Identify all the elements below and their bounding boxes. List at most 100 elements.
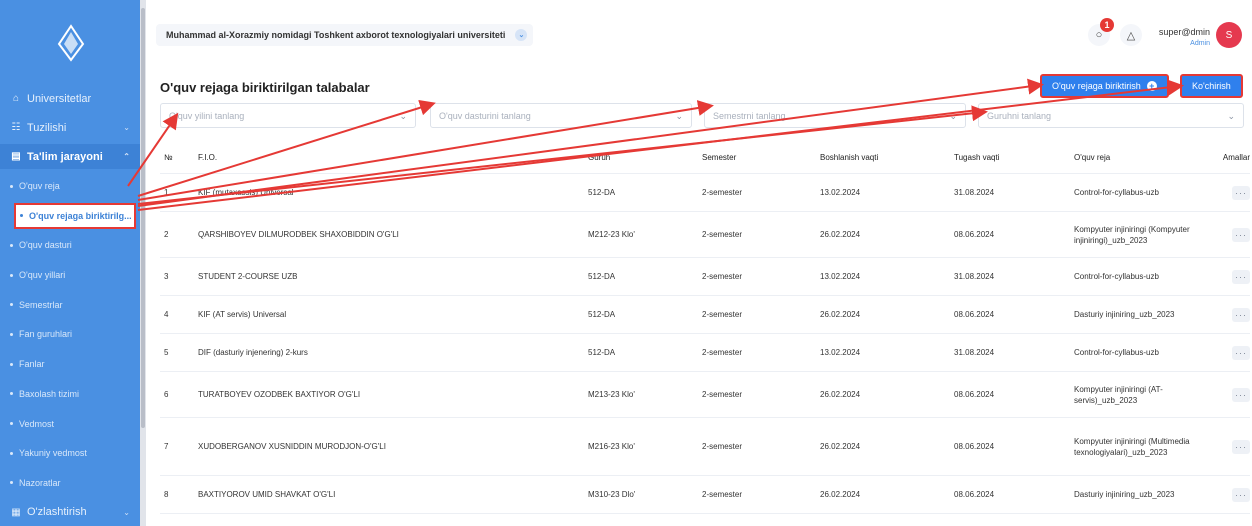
cell-actions: ···	[1204, 387, 1250, 402]
user-role: Admin	[1190, 40, 1210, 47]
avatar[interactable]: S	[1216, 22, 1242, 48]
sidebar-sub-item[interactable]: O'quv dasturi	[0, 232, 142, 258]
program-select-placeholder: O'quv dasturini tanlang	[439, 110, 531, 121]
table-row[interactable]: 3 STUDENT 2-COURSE UZB 512-DA 2-semester 13.…	[160, 258, 1250, 296]
col-name: F.I.O.	[198, 153, 218, 162]
cell-start: 26.02.2024	[820, 390, 861, 399]
col-group: Guruh	[588, 153, 611, 162]
user-name: super@dmin	[1158, 27, 1210, 37]
messages-button[interactable]: ○ 1	[1088, 18, 1114, 46]
table-row[interactable]: 1 KIF (mutaxassis) Universal 512-DA 2-semes…	[160, 174, 1250, 212]
cell-group: 512-DA	[588, 310, 616, 319]
more-options-icon[interactable]: ···	[1232, 227, 1250, 242]
semester-select[interactable]: Semestrni tanlang ⌄	[704, 103, 966, 128]
table-row[interactable]: 4 KIF (AT servis) Universal 512-DA 2-semest…	[160, 296, 1250, 334]
more-options-icon[interactable]: ···	[1232, 487, 1250, 502]
cell-start: 26.02.2024	[820, 442, 861, 451]
sidebar-sub-item-label: Baxolash tizimi	[19, 388, 80, 399]
sidebar-sub-item[interactable]: Nazoratlar	[0, 470, 142, 496]
sidebar-item-structure[interactable]: ☷ Tuzilishi ⌄	[0, 115, 142, 140]
cell-group: M213-23 Klo'	[588, 390, 635, 399]
more-options-icon[interactable]: ···	[1232, 387, 1250, 402]
table-row[interactable]: 6 TURATBOYEV OZODBEK BAXTIYOR O'G'LI M213-…	[160, 372, 1250, 418]
cell-start: 13.02.2024	[820, 348, 861, 357]
col-semester: Semester	[702, 153, 737, 162]
education-icon: ▤	[11, 151, 21, 162]
university-select[interactable]: Muhammad al-Xorazmiy nomidagi Toshkent a…	[156, 24, 534, 46]
cell-plan: Kompyuter injiniringi (Kompyuter injinir…	[1074, 224, 1190, 245]
assign-to-plan-button[interactable]: O'quv rejaga biriktirish +	[1040, 74, 1169, 98]
cell-actions: ···	[1204, 487, 1250, 502]
sidebar-sub-item-label: Fanlar	[19, 359, 45, 370]
move-button[interactable]: Ko'chirish	[1180, 74, 1243, 98]
cell-name: BAXTIYOROV UMID SHAVKAT O'G'LI	[198, 490, 336, 499]
sidebar-sub-item-active[interactable]: O'quv rejaga biriktirilg...	[14, 202, 136, 229]
cell-plan: Control-for-cyllabus-uzb	[1074, 188, 1159, 197]
group-select-placeholder: Guruhni tanlang	[987, 110, 1052, 121]
cell-number: 5	[164, 348, 169, 357]
sidebar-sub-item[interactable]: Baxolash tizimi	[0, 381, 142, 407]
sidebar-sub-item[interactable]: Fan guruhlari	[0, 321, 142, 347]
cell-end: 08.06.2024	[954, 390, 995, 399]
university-name: Muhammad al-Xorazmiy nomidagi Toshkent a…	[166, 30, 506, 40]
table-row[interactable]: 8 BAXTIYOROV UMID SHAVKAT O'G'LI M310-23 D…	[160, 476, 1250, 514]
sidebar: ⌂ Universitetlar ☷ Tuzilishi ⌄ ▤ Ta'lim …	[0, 0, 142, 526]
program-select[interactable]: O'quv dasturini tanlang ⌄	[430, 103, 692, 128]
chevron-down-icon: ⌄	[949, 111, 957, 121]
semester-select-placeholder: Semestrni tanlang	[713, 110, 786, 121]
cell-start: 26.02.2024	[820, 230, 861, 239]
cell-plan: Control-for-cyllabus-uzb	[1074, 272, 1159, 281]
cell-actions: ···	[1204, 439, 1250, 454]
university-logo-icon[interactable]	[0, 0, 142, 86]
table-row[interactable]: 7 XUDOBERGANOV XUSNIDDIN MURODJON-O'G'LI M…	[160, 418, 1250, 476]
user-info[interactable]: super@dmin Admin	[1159, 27, 1210, 49]
cell-group: M216-23 Klo'	[588, 442, 635, 451]
more-options-icon[interactable]: ···	[1232, 269, 1250, 284]
more-options-icon[interactable]: ···	[1232, 345, 1250, 360]
table-row[interactable]: 5 DIF (dasturiy injenering) 2-kurs 512-DA 2…	[160, 334, 1250, 372]
cell-group: 512-DA	[588, 272, 616, 281]
year-select-placeholder: O'quv yilini tanlang	[169, 110, 245, 121]
cell-start: 13.02.2024	[820, 272, 861, 281]
cell-name: STUDENT 2-COURSE UZB	[198, 272, 298, 281]
group-select[interactable]: Guruhni tanlang ⌄	[978, 103, 1244, 128]
more-options-icon[interactable]: ···	[1232, 307, 1250, 322]
sidebar-sub-item-label: Yakuniy vedmost	[19, 448, 87, 459]
sidebar-item-progress[interactable]: ▦ O'zlashtirish ⌄	[0, 500, 142, 525]
sidebar-sub-item-label: O'quv dasturi	[19, 240, 72, 251]
sidebar-sub-item[interactable]: O'quv yillari	[0, 262, 142, 288]
sidebar-sub-item[interactable]: Vedmost	[0, 411, 142, 437]
sidebar-item-universities[interactable]: ⌂ Universitetlar	[0, 86, 142, 111]
cell-plan: Control-for-cyllabus-uzb	[1074, 348, 1159, 357]
more-options-icon[interactable]: ···	[1232, 185, 1250, 200]
notifications-button[interactable]: △	[1120, 24, 1142, 46]
sidebar-sub-item[interactable]: Fanlar	[0, 351, 142, 377]
page-title: O'quv rejaga biriktirilgan talabalar	[160, 80, 370, 95]
bullet-icon	[10, 184, 13, 188]
cell-semester: 2-semester	[702, 390, 743, 399]
sidebar-sub-item-label: O'quv yillari	[19, 270, 66, 281]
table-row[interactable]: 2 QARSHIBOYEV DILMURODBEK SHAXOBIDDIN O'G…	[160, 212, 1250, 258]
cell-start: 26.02.2024	[820, 490, 861, 499]
cell-number: 3	[164, 272, 169, 281]
cell-name: KIF (mutaxassis) Universal	[198, 188, 294, 197]
chevron-down-icon: ⌄	[123, 507, 130, 517]
cell-plan: Dasturiy injiniring_uzb_2023	[1074, 310, 1175, 319]
cell-number: 6	[164, 390, 169, 399]
cell-semester: 2-semester	[702, 348, 743, 357]
cell-actions: ···	[1204, 227, 1250, 242]
bullet-icon	[10, 451, 13, 455]
sidebar-sub-item[interactable]: Semestrlar	[0, 292, 142, 318]
scrollbar-thumb[interactable]	[141, 8, 145, 428]
year-select[interactable]: O'quv yilini tanlang ⌄	[160, 103, 416, 128]
sidebar-item-education[interactable]: ▤ Ta'lim jarayoni ⌃	[0, 144, 142, 169]
sidebar-sub-item[interactable]: O'quv reja	[0, 173, 142, 199]
chevron-down-icon: ⌄	[675, 111, 683, 121]
cell-semester: 2-semester	[702, 490, 743, 499]
cell-group: M310-23 Dlo'	[588, 490, 636, 499]
sidebar-sub-item[interactable]: Yakuniy vedmost	[0, 440, 142, 466]
cell-end: 08.06.2024	[954, 490, 995, 499]
bullet-icon	[10, 481, 13, 485]
cell-end: 31.08.2024	[954, 272, 995, 281]
more-options-icon[interactable]: ···	[1232, 439, 1250, 454]
